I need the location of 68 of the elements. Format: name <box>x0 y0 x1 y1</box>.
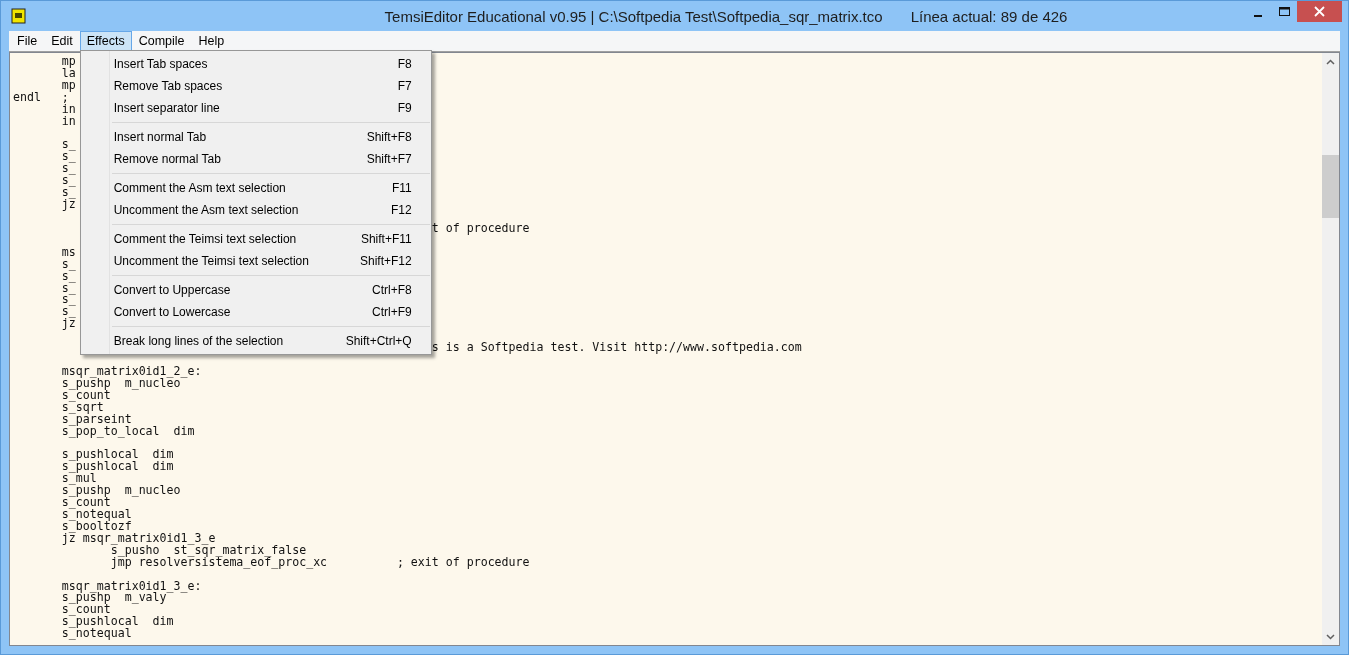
dropdown-menu-item[interactable]: Remove normal Tab Shift+F7 <box>80 148 431 170</box>
code-line: s_pushlocal dim <box>60 616 174 629</box>
dropdown-menu-item[interactable]: Convert to Lowercase Ctrl+F9 <box>80 301 431 323</box>
code-line: s_sqrt <box>60 401 104 414</box>
dropdown-menu-item[interactable]: Convert to Uppercase Ctrl+F8 <box>80 279 431 301</box>
menu-item[interactable]: Compile <box>131 31 192 51</box>
code-line: s_pushp m_nucleo <box>60 485 181 498</box>
code-line: in <box>60 115 76 128</box>
code-line: s_pusho st_sqr_matrix_false <box>110 544 307 557</box>
dropdown-menu-item[interactable]: Uncomment the Asm text selection F12 <box>80 199 431 221</box>
code-line: la <box>60 67 76 80</box>
code-line: jz <box>60 318 76 331</box>
code-line: s_count <box>60 604 111 617</box>
code-line: s_pop_to_local dim <box>60 425 195 438</box>
code-line: s_ <box>60 175 76 188</box>
code-line: jz msqr_matrix0id1_3_e <box>60 532 216 545</box>
code-line: s_count <box>60 389 111 402</box>
maximize-icon <box>1278 6 1290 17</box>
code-line: s_ <box>60 282 76 295</box>
scrollbar-thumb[interactable] <box>1322 155 1339 218</box>
code-line: s is a Softpedia test. Visit http://www.softpedia.com <box>431 342 802 355</box>
close-button[interactable] <box>1297 1 1342 22</box>
code-line: s_booltozf <box>60 520 132 533</box>
dropdown-menu-item[interactable]: Break long lines of the selection Shift+Ctrl+Q <box>80 330 431 352</box>
code-line: t of procedure <box>431 222 530 235</box>
code-line: jz <box>60 199 76 211</box>
menu-item[interactable]: Help <box>191 31 232 51</box>
code-line: s_ <box>60 294 76 307</box>
code-line: mp <box>60 56 76 68</box>
dropdown-menu-item[interactable]: Insert Tab spaces F8 <box>80 53 431 75</box>
code-line: s_pushp m_nucleo <box>60 377 181 390</box>
dropdown-menu-item[interactable]: Insert separator line F9 <box>80 97 431 119</box>
code-line: s_parseint <box>60 413 132 426</box>
code-line: s_count <box>60 497 111 510</box>
dropdown-menu-item[interactable]: Remove Tab spaces F7 <box>80 75 431 97</box>
code-line: s_ <box>60 151 76 164</box>
vertical-scrollbar[interactable] <box>1322 53 1339 645</box>
dropdown-menu-item[interactable]: Uncomment the Teimsi text selection Shift+F12 <box>80 250 431 272</box>
code-line: s_pushp m_valy <box>60 592 167 605</box>
code-line: jmp resolversistema_eof_proc_xc ; exit of procedure <box>109 556 530 569</box>
menu-item[interactable]: File <box>10 31 45 51</box>
close-icon <box>1314 6 1325 17</box>
code-line: msqr_matrix0id1_3_e: <box>60 580 202 593</box>
code-line: s_notequal <box>60 509 132 521</box>
code-line: s_notequal <box>60 628 132 641</box>
code-line: s_pushlocal dim <box>60 461 174 474</box>
code-line: s_pushlocal dim <box>60 449 174 462</box>
current-line-indicator: Línea actual: 89 de 426 <box>910 7 1068 25</box>
code-line: mp <box>60 79 76 92</box>
dropdown-menu-item[interactable]: Comment the Teimsi text selection Shift+F11 <box>80 228 431 250</box>
code-line: s_ <box>60 306 76 319</box>
menu-item[interactable]: Edit <box>44 31 80 51</box>
code-line: s_ <box>60 258 76 271</box>
app-icon <box>11 8 27 24</box>
dropdown-menu-item[interactable]: Comment the Asm text selection F11 <box>80 177 431 199</box>
minimize-icon <box>1254 14 1262 17</box>
code-line: s_ <box>60 270 76 283</box>
code-line: s_ <box>60 139 76 152</box>
code-line: msqr_matrix0id1_2_e: <box>60 365 202 378</box>
code-line: in <box>60 103 76 116</box>
code-line: endl ; <box>13 91 69 104</box>
window-title: TemsiEditor Educational v0.95 | C:\Softpedia Test\Softpedia_sqr_matrix.tco <box>384 7 883 25</box>
code-line: s_mul <box>60 473 97 486</box>
menu-item[interactable]: Effects <box>79 31 132 51</box>
code-line: s_ <box>60 187 76 200</box>
code-line: s_ <box>60 163 76 176</box>
code-line: ms <box>60 246 76 259</box>
dropdown-menu-item[interactable]: Insert normal Tab Shift+F8 <box>80 126 431 148</box>
